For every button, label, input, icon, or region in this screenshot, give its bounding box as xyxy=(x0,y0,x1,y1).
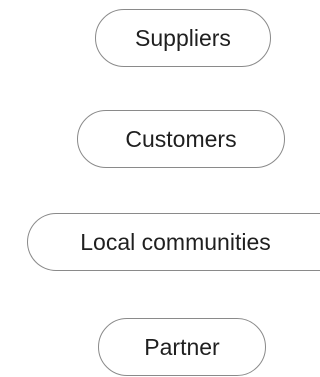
stakeholder-pill-partner: Partner xyxy=(98,318,266,376)
stakeholder-pill-suppliers: Suppliers xyxy=(95,9,271,67)
stakeholder-label: Partner xyxy=(144,333,220,360)
stakeholder-label: Local communities xyxy=(80,228,271,255)
stakeholder-label: Suppliers xyxy=(135,24,231,51)
stakeholder-pill-local-communities: Local communities xyxy=(27,213,320,271)
stakeholder-label: Customers xyxy=(125,125,237,152)
stakeholder-pill-customers: Customers xyxy=(77,110,285,168)
